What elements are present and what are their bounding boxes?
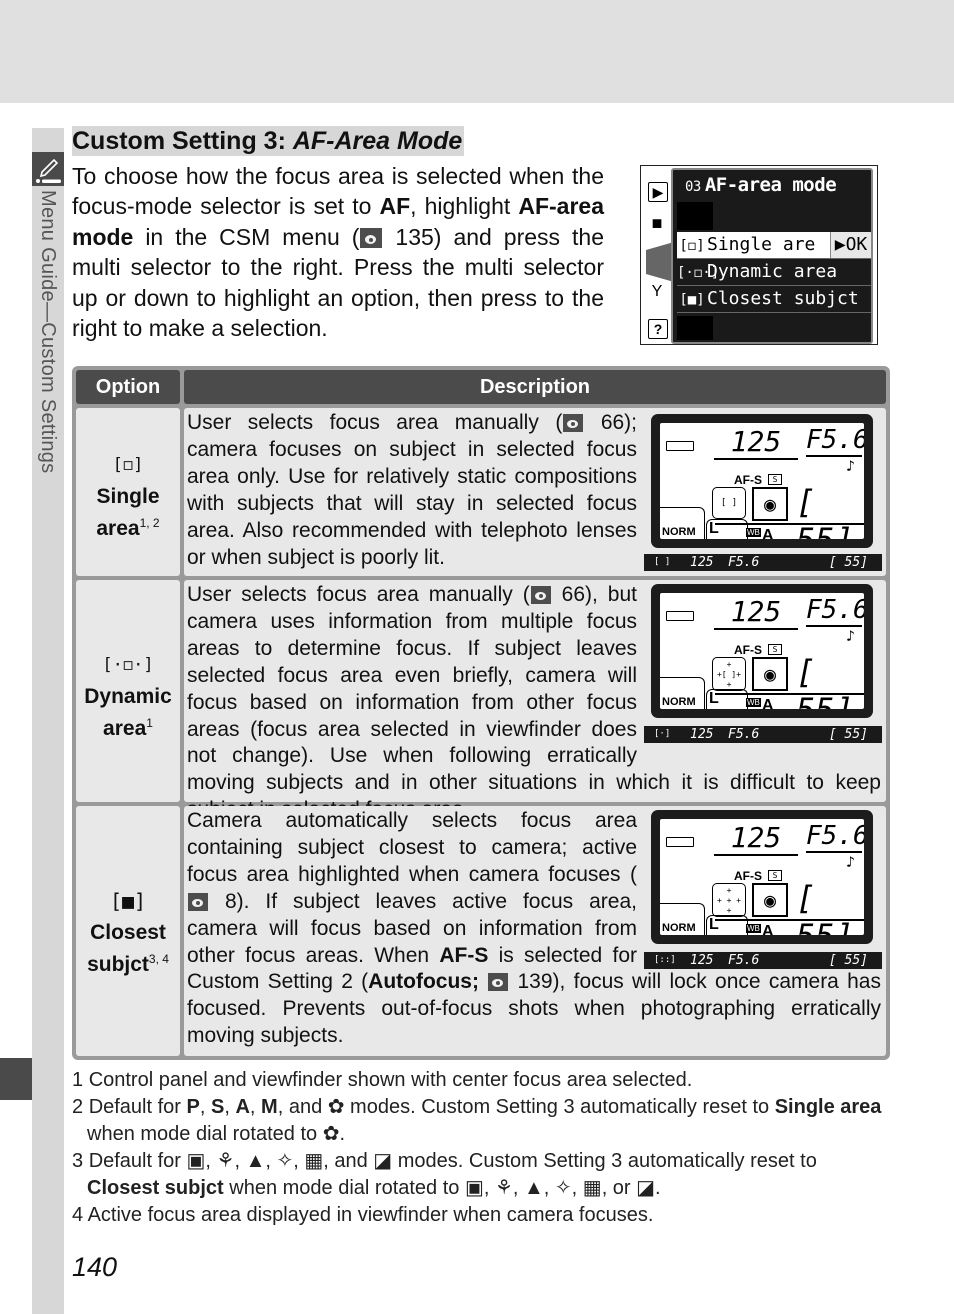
viewfinder-display: [ ] 125 F5.6 [ 55] xyxy=(644,554,882,571)
battery-icon xyxy=(666,441,694,451)
control-panel-illustration: 125 F5.6 ♪ AF-S S [ ] ◉ [ 55] NORM L WB … xyxy=(651,414,873,548)
page-reference[interactable]: 139 xyxy=(517,970,552,993)
chapter-tab xyxy=(0,1058,32,1100)
option-closest-subject: [■] Closest subjct3, 4 xyxy=(76,806,180,1056)
page-reference[interactable]: 135 xyxy=(395,224,433,250)
page-reference[interactable]: 66 xyxy=(601,411,624,434)
closest-subject-icon: [■] xyxy=(109,889,147,913)
option-single-area: [◻] Single area1, 2 xyxy=(76,408,180,576)
description-closest-subject: 125 F5.6 ♪ AF-S S ++ + ++ ◉ [ 55] NORM L… xyxy=(184,806,886,1056)
description-dynamic-area: 125 F5.6 ♪ AF-S S ++[ ]++ ◉ [ 55] NORM L… xyxy=(184,580,886,821)
page-title: Custom Setting 3: AF-Area Mode xyxy=(72,126,465,156)
footnotes: 1 Control panel and viewfinder shown wit… xyxy=(72,1067,892,1229)
page-reference-icon xyxy=(488,973,509,992)
footnote-4: 4 Active focus area displayed in viewfin… xyxy=(72,1204,654,1226)
metering-icon: ◉ xyxy=(752,487,788,521)
intro-paragraph: To choose how the focus area is selected… xyxy=(72,163,604,342)
help-icon: ? xyxy=(648,319,668,339)
pencil-icon xyxy=(646,242,674,282)
footnote-1: 1 Control panel and viewfinder shown wit… xyxy=(72,1069,693,1091)
column-header-description: Description xyxy=(184,370,886,404)
pencil-icon xyxy=(32,152,64,186)
option-dynamic-area: [·◻·] Dynamic area1 xyxy=(76,580,180,802)
single-area-icon: [◻] xyxy=(112,455,144,475)
menu-item-single-area[interactable]: [◻] Single are ▶OK xyxy=(677,232,871,259)
dynamic-area-icon: [·◻·] xyxy=(102,655,154,675)
top-margin-band xyxy=(0,0,954,103)
menu-title: 03 AF-area mode xyxy=(685,174,837,196)
camera-icon: ■ xyxy=(651,213,663,233)
page-number: 140 xyxy=(72,1252,118,1282)
section-label: Menu Guide—Custom Settings xyxy=(37,190,59,474)
options-table: Option Description [◻] Single area1, 2 Us… xyxy=(72,366,890,1060)
beep-icon: ♪ xyxy=(846,457,856,475)
page-reference-icon xyxy=(530,586,551,604)
menu-item-dynamic-area[interactable]: [·◻·]Dynamic area xyxy=(677,259,871,286)
page-reference[interactable]: 8 xyxy=(225,890,237,913)
page-reference[interactable]: 66 xyxy=(562,583,585,606)
footnote-2: 2 Default for P, S, A, M, and ✿ modes. C… xyxy=(72,1096,882,1145)
column-header-option: Option xyxy=(76,370,180,404)
footnote-3: 3 Default for ▣, ⚘, ▲, ✧, ▦, and ◪ modes… xyxy=(72,1150,817,1199)
camera-menu-screen: ▶ ■ Y ? 03 AF-area mode [◻] Single are ▶OK … xyxy=(640,165,878,345)
menu-item-closest-subject[interactable]: [■] Closest subjct xyxy=(677,286,871,313)
page-reference-icon xyxy=(188,892,208,911)
description-single-area: User selects focus area manually ( 66); … xyxy=(184,408,886,576)
page-reference-icon xyxy=(563,414,584,432)
playback-icon: ▶ xyxy=(648,182,668,202)
wrench-icon: Y xyxy=(651,283,663,300)
page-reference-icon xyxy=(360,227,383,248)
